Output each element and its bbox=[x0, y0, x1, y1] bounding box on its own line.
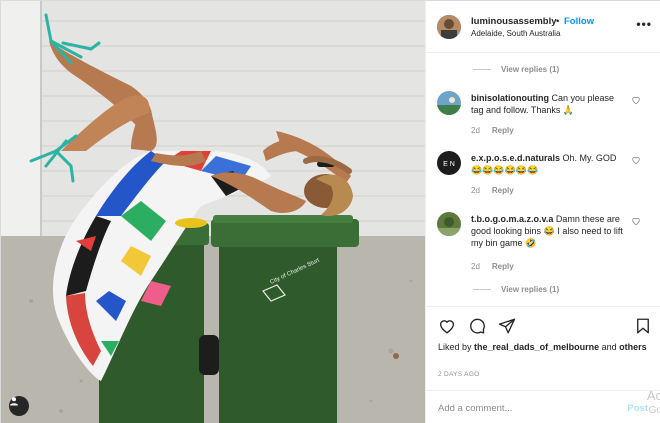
post-header: luminousassembly • Follow Adelaide, Sout… bbox=[426, 1, 660, 53]
bookmark-icon[interactable] bbox=[634, 317, 652, 335]
view-replies-label: View replies (1) bbox=[501, 65, 560, 74]
reply-button[interactable]: Reply bbox=[492, 126, 514, 135]
user-tag-icon bbox=[10, 397, 18, 406]
reply-button[interactable]: Reply bbox=[492, 262, 514, 271]
heart-icon[interactable] bbox=[631, 95, 641, 105]
comment-emoji: 🤣 bbox=[525, 238, 537, 248]
separator-dot: • bbox=[556, 16, 560, 27]
like-heart-icon[interactable] bbox=[438, 317, 456, 335]
commenter-username[interactable]: t.b.o.g.o.m.a.z.o.v.a bbox=[471, 214, 553, 224]
svg-text:E N: E N bbox=[443, 161, 455, 168]
view-replies-bottom[interactable]: View replies (1) bbox=[473, 285, 559, 294]
commenter-avatar[interactable] bbox=[437, 212, 461, 236]
heart-icon[interactable] bbox=[631, 155, 641, 165]
view-replies-label: View replies (1) bbox=[501, 285, 560, 294]
likes-prefix: Liked by bbox=[438, 342, 472, 352]
activation-watermark-line2: Go bbox=[648, 405, 660, 416]
comment-item: t.b.o.g.o.m.a.z.o.v.a Damn these are goo… bbox=[437, 212, 651, 276]
comment-meta: 2d Reply bbox=[471, 186, 514, 195]
follow-button[interactable]: Follow bbox=[564, 16, 594, 27]
comment-age: 2d bbox=[471, 126, 480, 135]
comment-meta: 2d Reply bbox=[471, 262, 514, 271]
comment-age: 2d bbox=[471, 186, 480, 195]
comment-emoji: 🙏 bbox=[562, 105, 575, 115]
comment-item: binisolationouting Can you please tag an… bbox=[437, 91, 651, 141]
commenter-username[interactable]: e.x.p.o.s.e.d.naturals bbox=[471, 153, 560, 163]
likes-summary: Liked by the_real_dads_of_melbourne and … bbox=[438, 341, 648, 353]
author-avatar[interactable] bbox=[437, 15, 461, 39]
comment-text: t.b.o.g.o.m.a.z.o.v.a Damn these are goo… bbox=[471, 213, 629, 249]
heart-icon[interactable] bbox=[631, 216, 641, 226]
likes-and: and bbox=[601, 342, 617, 352]
comment-body: Oh. My. GOD bbox=[562, 153, 617, 163]
post-actions: Liked by the_real_dads_of_melbourne and … bbox=[426, 306, 660, 423]
replies-divider bbox=[473, 69, 491, 70]
add-comment-bar: Add a comment... Post Ac Go bbox=[426, 388, 660, 423]
reply-button[interactable]: Reply bbox=[492, 186, 514, 195]
comment-age: 2d bbox=[471, 262, 480, 271]
comment-icon[interactable] bbox=[468, 317, 486, 335]
post-modal: City of Charles Sturt luminousassembly •… bbox=[0, 0, 660, 423]
action-icons bbox=[438, 317, 516, 335]
comment-text: binisolationouting Can you please tag an… bbox=[471, 92, 629, 116]
commenter-avatar[interactable]: E N bbox=[437, 151, 461, 175]
post-date: 2 DAYS AGO bbox=[438, 371, 480, 378]
replies-divider bbox=[473, 289, 491, 290]
author-username[interactable]: luminousassembly bbox=[471, 16, 557, 27]
commenter-username[interactable]: binisolationouting bbox=[471, 93, 549, 103]
comment-meta: 2d Reply bbox=[471, 126, 514, 135]
comment-item: E N e.x.p.o.s.e.d.naturals Oh. My. GOD 😂… bbox=[437, 151, 651, 201]
activation-watermark-line1: Ac bbox=[646, 388, 660, 403]
tagged-users-button[interactable] bbox=[9, 396, 29, 416]
comment-emoji-mid: 😂 bbox=[543, 226, 555, 236]
post-location[interactable]: Adelaide, South Australia bbox=[471, 29, 560, 38]
comment-text: e.x.p.o.s.e.d.naturals Oh. My. GOD 😂😂😂😂😂… bbox=[471, 152, 629, 176]
liked-by-user[interactable]: the_real_dads_of_melbourne bbox=[474, 342, 599, 352]
comments-panel: luminousassembly • Follow Adelaide, Sout… bbox=[425, 1, 660, 423]
view-replies-top[interactable]: View replies (1) bbox=[473, 65, 559, 74]
photo-illustration: City of Charles Sturt bbox=[1, 1, 425, 423]
more-options-icon[interactable]: ••• bbox=[636, 17, 652, 31]
post-comment-button[interactable]: Post bbox=[627, 403, 648, 414]
likes-others[interactable]: others bbox=[619, 342, 647, 352]
comment-emoji: 😂😂😂😂😂😂 bbox=[471, 165, 539, 175]
add-comment-input[interactable]: Add a comment... bbox=[438, 403, 512, 414]
commenter-avatar[interactable] bbox=[437, 91, 461, 115]
share-icon[interactable] bbox=[498, 317, 516, 335]
post-photo[interactable]: City of Charles Sturt bbox=[1, 1, 425, 423]
